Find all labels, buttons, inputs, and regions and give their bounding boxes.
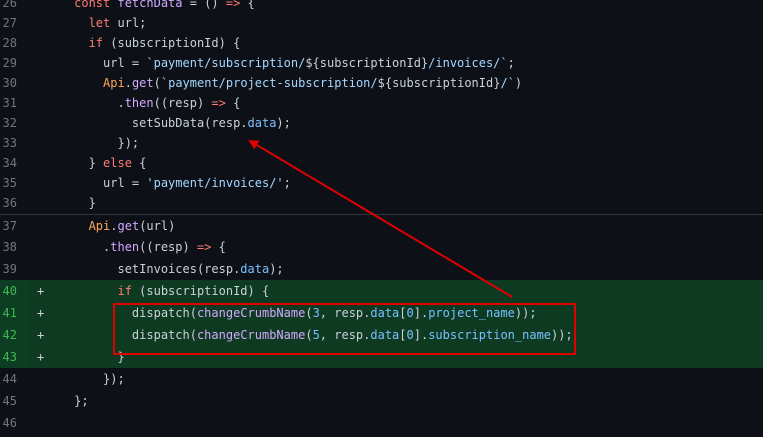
arrow-line [248,139,513,298]
annotation-arrow [248,139,513,298]
